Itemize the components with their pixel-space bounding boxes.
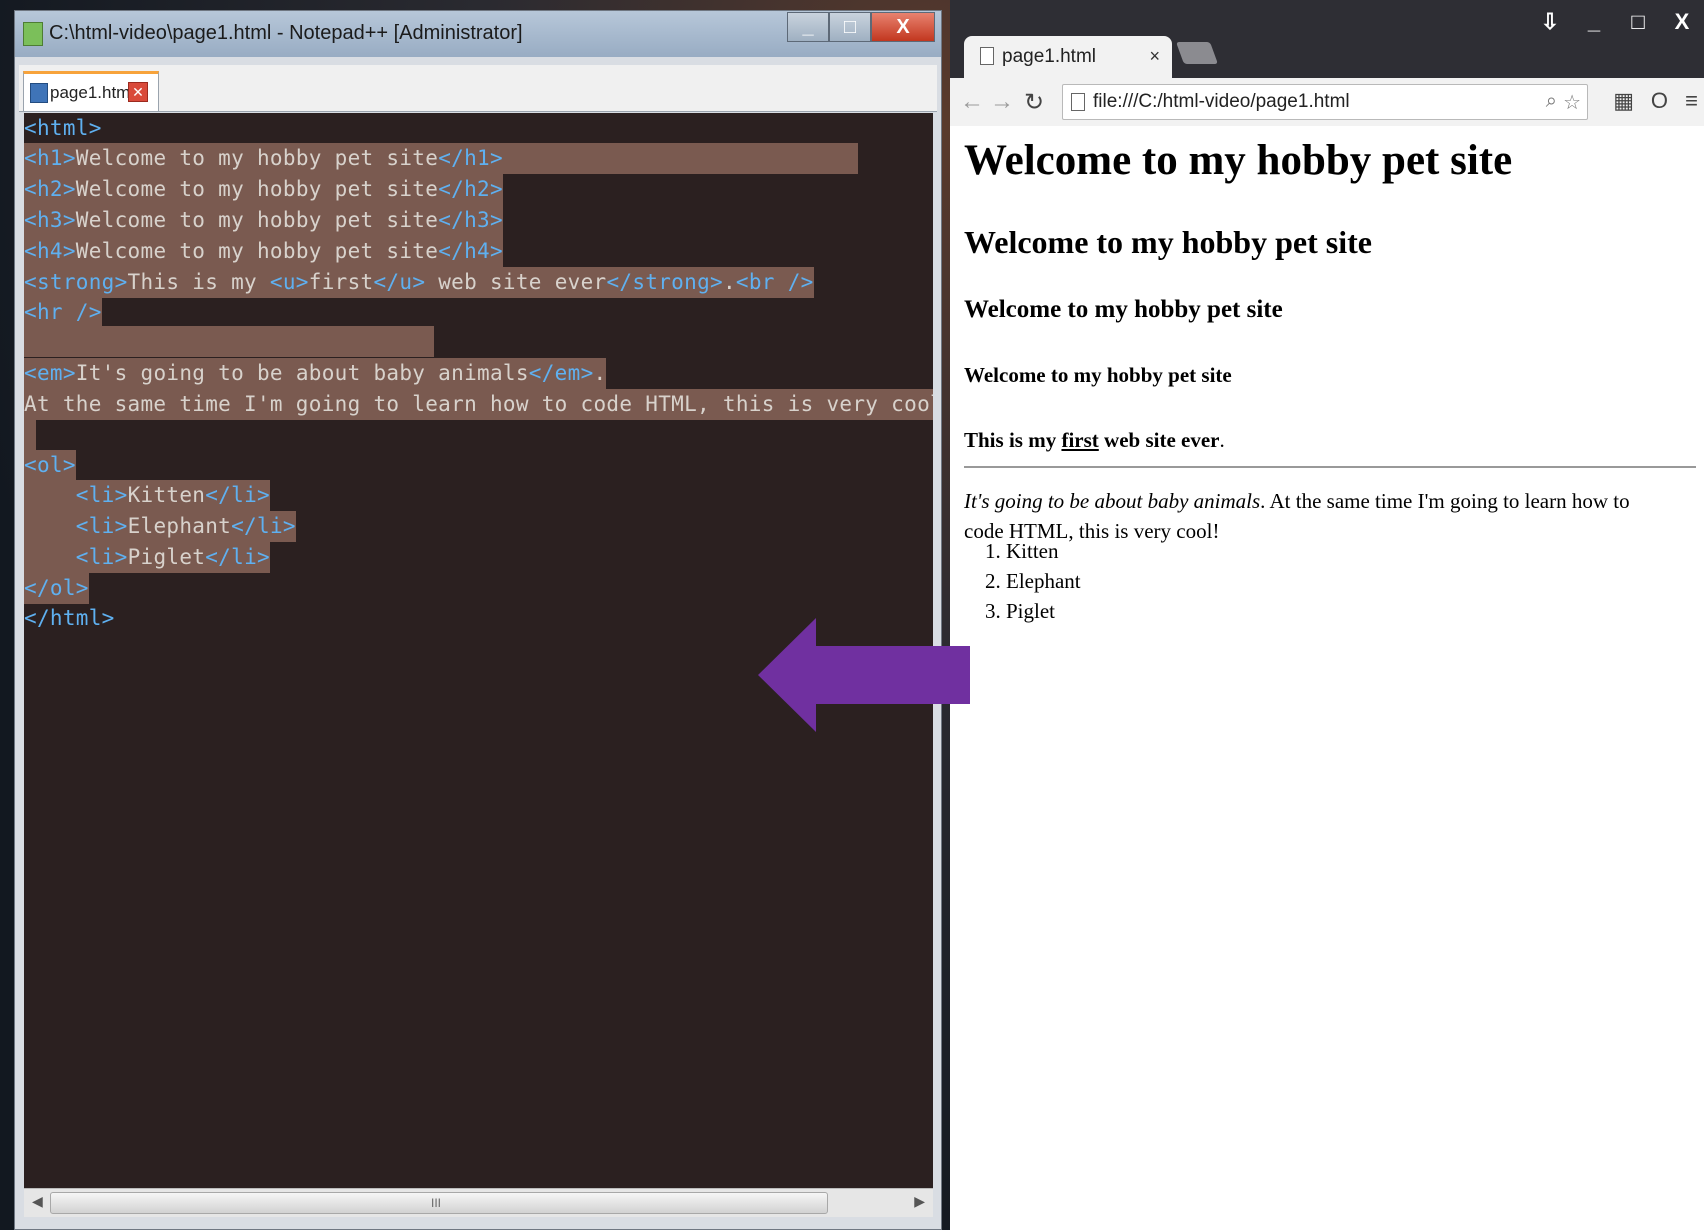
strong-text-after: web site ever (1098, 428, 1220, 452)
rendered-ordered-list: Kitten Elephant Piglet (964, 536, 1081, 626)
new-tab-button[interactable] (1175, 42, 1219, 64)
code-line: <strong>This is my <u>first</u> web site… (24, 267, 814, 298)
rendered-h2: Welcome to my hobby pet site (964, 224, 1372, 260)
rendered-strong-line: This is my first web site ever. (964, 428, 1225, 453)
address-bar-url: file:///C:/html-video/page1.html (1093, 91, 1350, 112)
browser-tab-label: page1.html (1002, 46, 1097, 67)
notepad-minimize-button[interactable]: _ (787, 12, 829, 42)
forward-arrow-icon[interactable]: → (990, 88, 1014, 116)
code-line: <ol> (24, 450, 76, 481)
scroll-left-arrow-icon[interactable]: ◀ (32, 1193, 43, 1210)
code-line: </html> (24, 606, 115, 630)
emphasized-text: It's going to be about baby animals (964, 489, 1261, 513)
code-line: <li>Kitten</li> (24, 480, 270, 511)
browser-minimize-button[interactable]: _ (1572, 0, 1616, 44)
zoom-icon[interactable]: ⌕ (1546, 90, 1557, 113)
back-arrow-icon[interactable]: ← (960, 88, 984, 116)
page-icon (980, 47, 994, 65)
bookmark-star-icon[interactable]: ☆ (1563, 90, 1581, 115)
notepad-window-title: C:\html-video\page1.html - Notepad++ [Ad… (49, 22, 523, 44)
code-line: At the same time I'm going to learn how … (24, 389, 933, 420)
code-line: <h4>Welcome to my hobby pet site</h4> (24, 236, 503, 267)
horizontal-scrollbar[interactable]: ◀ III ▶ (24, 1188, 933, 1217)
address-bar[interactable]: file:///C:/html-video/page1.html ⌕ ☆ (1062, 84, 1588, 120)
rendered-h1: Welcome to my hobby pet site (964, 137, 1513, 184)
code-line: <hr /> (24, 297, 102, 328)
arrow-left-icon (758, 618, 970, 732)
scrollbar-thumb[interactable]: III (50, 1192, 828, 1214)
code-line: <li>Elephant</li> (24, 511, 296, 542)
list-item: Elephant (1006, 566, 1081, 596)
code-line: <html> (24, 116, 102, 140)
annotation-arrow (758, 618, 970, 732)
browser-window: ⇩ _ □ X page1.html × ← → ↻ file:///C:/ht… (950, 0, 1704, 1230)
rendered-h4: Welcome to my hobby pet site (964, 363, 1232, 387)
notepad-tab-page1[interactable]: page1.html ✕ (23, 71, 159, 111)
notepad-titlebar: C:\html-video\page1.html - Notepad++ [Ad… (15, 11, 941, 57)
code-line: <li>Piglet</li> (24, 542, 270, 573)
notepad-tab-bar: page1.html ✕ (19, 65, 937, 112)
reload-icon[interactable]: ↻ (1024, 88, 1044, 117)
notepad-maximize-button[interactable]: □ (829, 12, 871, 42)
code-line: </ol> (24, 573, 89, 604)
saved-file-icon (30, 83, 48, 103)
tab-close-icon[interactable]: ✕ (128, 82, 148, 102)
tab-close-icon[interactable]: × (1149, 46, 1160, 67)
code-line: <em>It's going to be about baby animals<… (24, 358, 607, 389)
code-line: <h3>Welcome to my hobby pet site</h3> (24, 205, 503, 236)
browser-toolbar: ← → ↻ file:///C:/html-video/page1.html ⌕… (950, 78, 1704, 127)
selection-fragment (24, 419, 36, 450)
browser-maximize-button[interactable]: □ (1616, 0, 1660, 44)
page-content: Welcome to my hobby pet site Welcome to … (950, 126, 1704, 1230)
code-line: <h2>Welcome to my hobby pet site</h2> (24, 174, 503, 205)
opera-extension-icon[interactable]: O (1651, 88, 1668, 114)
browser-tab-page1[interactable]: page1.html × (964, 36, 1172, 78)
page-icon (1071, 93, 1085, 111)
list-item: Kitten (1006, 536, 1081, 566)
horizontal-rule (964, 466, 1696, 468)
extension-icon[interactable]: ▦ (1613, 88, 1634, 114)
list-item: Piglet (1006, 596, 1081, 626)
notepad-tab-label: page1.html (50, 83, 135, 102)
rendered-h3: Welcome to my hobby pet site (964, 296, 1283, 323)
underlined-word: first (1061, 428, 1099, 452)
scrollbar-grip: III (431, 1196, 442, 1210)
strong-period: . (1219, 428, 1225, 452)
scroll-right-arrow-icon[interactable]: ▶ (914, 1193, 925, 1210)
strong-text-before: This is my (964, 428, 1062, 452)
browser-profile-icon[interactable]: ⇩ (1528, 0, 1572, 44)
notepad-close-button[interactable]: X (871, 12, 935, 42)
selection-fragment (24, 326, 434, 357)
menu-icon[interactable]: ≡ (1685, 88, 1698, 114)
notepad-app-icon (23, 22, 43, 46)
browser-close-button[interactable]: X (1660, 0, 1704, 44)
code-line: <h1>Welcome to my hobby pet site</h1> (24, 143, 858, 174)
